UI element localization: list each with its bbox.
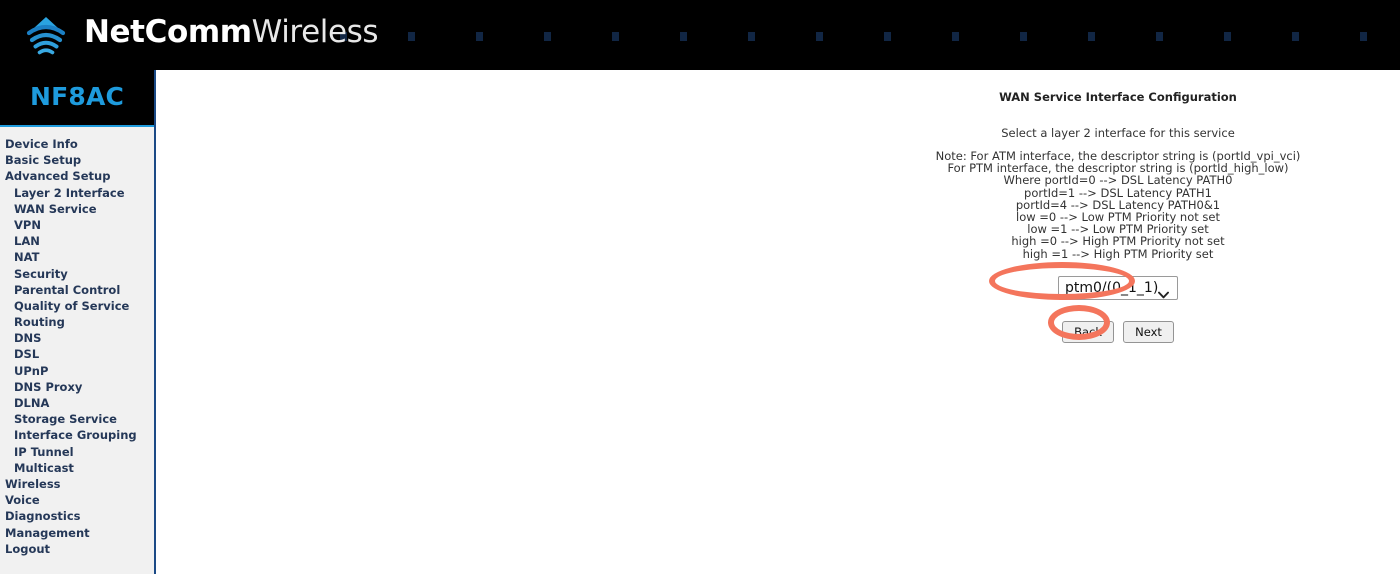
sidebar-item-logout[interactable]: Logout [0, 541, 154, 557]
sidebar-item-advanced-setup[interactable]: Advanced Setup [0, 168, 154, 184]
sidebar-item-dlna[interactable]: DLNA [0, 395, 154, 411]
sidebar-item-layer-2-interface[interactable]: Layer 2 Interface [0, 185, 154, 201]
device-model-block: NF8AC [0, 70, 154, 127]
sidebar-item-upnp[interactable]: UPnP [0, 363, 154, 379]
next-button[interactable]: Next [1123, 320, 1174, 343]
sidebar-item-wireless[interactable]: Wireless [0, 476, 154, 492]
page-title: WAN Service Interface Configuration [999, 90, 1237, 104]
interface-select[interactable]: ptm0/(0_1_1) [1058, 275, 1178, 300]
sidebar-item-parental-control[interactable]: Parental Control [0, 282, 154, 298]
sidebar-item-ip-tunnel[interactable]: IP Tunnel [0, 444, 154, 460]
sidebar-item-storage-service[interactable]: Storage Service [0, 411, 154, 427]
router-admin-page: NetCommWireless NF8AC Device Info Basic S… [0, 0, 1400, 574]
sidebar-item-diagnostics[interactable]: Diagnostics [0, 508, 154, 524]
device-model-label: NF8AC [29, 82, 125, 111]
brand-logo[interactable]: NetCommWireless [18, 4, 379, 64]
sidebar-item-wan-service[interactable]: WAN Service [0, 201, 154, 217]
back-button[interactable]: Back [1062, 320, 1115, 343]
sidebar-item-quality-of-service[interactable]: Quality of Service [0, 298, 154, 314]
brand-secondary: Wireless [251, 14, 379, 50]
sidebar-nav: Device Info Basic Setup Advanced Setup Laye… [0, 136, 154, 557]
wifi-signal-icon [18, 11, 74, 57]
descriptor-note-line: Where portId=0 --> DSL Latency PATH0 [1003, 173, 1233, 188]
wan-service-panel: WAN Service Interface Configuration Sele… [858, 72, 1378, 347]
sidebar-item-routing[interactable]: Routing [0, 314, 154, 330]
brand-primary: NetComm [84, 14, 252, 50]
sidebar-item-multicast[interactable]: Multicast [0, 460, 154, 476]
wizard-button-row: Back Next [858, 320, 1378, 347]
sidebar-item-management[interactable]: Management [0, 525, 154, 541]
sidebar-item-basic-setup[interactable]: Basic Setup [0, 152, 154, 168]
sidebar-item-nat[interactable]: NAT [0, 249, 154, 265]
page-subtitle: Select a layer 2 interface for this serv… [1001, 126, 1235, 140]
descriptor-note-block: Note: For ATM interface, the descriptor … [858, 150, 1378, 260]
sidebar-item-interface-grouping[interactable]: Interface Grouping [0, 427, 154, 443]
sidebar-item-security[interactable]: Security [0, 266, 154, 282]
sidebar-item-lan[interactable]: LAN [0, 233, 154, 249]
descriptor-note-line: high =1 --> High PTM Priority set [1022, 246, 1214, 261]
main-content: WAN Service Interface Configuration Sele… [158, 72, 1400, 574]
descriptor-note-line: portId=1 --> DSL Latency PATH1 [1024, 185, 1212, 200]
banner-pattern-decoration [340, 18, 1400, 58]
sidebar-item-dsl[interactable]: DSL [0, 346, 154, 362]
top-banner: NetCommWireless [0, 0, 1400, 70]
sidebar-item-dns-proxy[interactable]: DNS Proxy [0, 379, 154, 395]
sidebar-item-dns[interactable]: DNS [0, 330, 154, 346]
sidebar-item-device-info[interactable]: Device Info [0, 136, 154, 152]
sidebar: NF8AC Device Info Basic Setup Advanced Set… [0, 70, 156, 574]
sidebar-item-voice[interactable]: Voice [0, 492, 154, 508]
descriptor-note-line: high =0 --> High PTM Priority not set [1011, 234, 1225, 249]
brand-wordmark: NetCommWireless [84, 14, 379, 51]
interface-select-row: ptm0/(0_1_1) [858, 275, 1378, 304]
interface-select-shell: ptm0/(0_1_1) [1058, 275, 1178, 300]
sidebar-item-vpn[interactable]: VPN [0, 217, 154, 233]
